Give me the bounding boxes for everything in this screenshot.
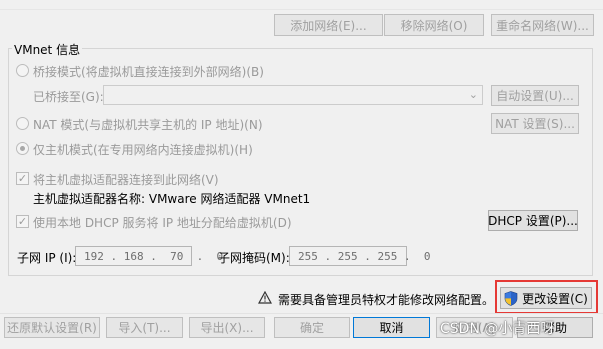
nat-settings-button[interactable]: NAT 设置(S)...: [491, 113, 579, 134]
add-network-button[interactable]: 添加网络(E)...: [274, 14, 383, 36]
nat-mode-label: NAT 模式(与虚拟机共享主机的 IP 地址)(N): [33, 118, 263, 132]
vmnet-info-group: [8, 48, 593, 276]
auto-settings-button[interactable]: 自动设置(U)...: [491, 85, 579, 106]
bridged-to-label: 已桥接至(G):: [33, 90, 104, 104]
subnet-mask-label: 子网掩码(M):: [218, 251, 290, 265]
footer-separator: [0, 313, 603, 314]
bridged-mode-radio[interactable]: [16, 64, 29, 77]
export-button[interactable]: 导出(X)...: [189, 317, 265, 338]
rename-network-button[interactable]: 重命名网络(W)...: [491, 14, 594, 36]
subnet-ip-label: 子网 IP (I):: [17, 251, 77, 265]
host-adapter-name: 主机虚拟适配器名称: VMware 网络适配器 VMnet1: [33, 192, 311, 206]
host-only-mode-radio[interactable]: [16, 142, 29, 155]
cancel-button[interactable]: 取消: [353, 317, 430, 338]
connect-host-adapter-checkbox[interactable]: ✓: [16, 172, 29, 185]
bridged-mode-label: 桥接模式(将虚拟机直接连接到外部网络)(B): [33, 65, 264, 79]
chevron-down-icon: ⌄: [468, 88, 478, 101]
nat-mode-radio[interactable]: [16, 117, 29, 130]
warning-icon: [258, 291, 272, 304]
subnet-ip-field[interactable]: 192 . 168 . 70 . 0: [75, 246, 223, 266]
subnet-mask-field[interactable]: 255 . 255 . 255 . 0: [289, 246, 430, 266]
vmnet-info-title: VMnet 信息: [12, 41, 83, 58]
window-top-edge: [0, 0, 603, 10]
dhcp-settings-button[interactable]: DHCP 设置(P)...: [488, 210, 578, 231]
import-button[interactable]: 导入(T)...: [106, 317, 183, 338]
csdn-watermark: CSDN @小青西呀: [440, 321, 555, 337]
connect-host-adapter-label: 将主机虚拟适配器连接到此网络(V): [33, 173, 219, 187]
ok-button[interactable]: 确定: [274, 317, 350, 338]
use-dhcp-checkbox[interactable]: ✓: [16, 215, 29, 228]
highlight-box: [495, 280, 598, 314]
use-dhcp-label: 使用本地 DHCP 服务将 IP 地址分配给虚拟机(D): [33, 216, 292, 230]
remove-network-button[interactable]: 移除网络(O): [384, 14, 484, 36]
host-only-mode-label: 仅主机模式(在专用网络内连接虚拟机)(H): [33, 143, 253, 157]
admin-notice-text: 需要具备管理员特权才能修改网络配置。: [278, 293, 495, 307]
restore-defaults-button[interactable]: 还原默认设置(R): [4, 317, 100, 338]
bridged-to-dropdown[interactable]: ⌄: [103, 85, 483, 105]
